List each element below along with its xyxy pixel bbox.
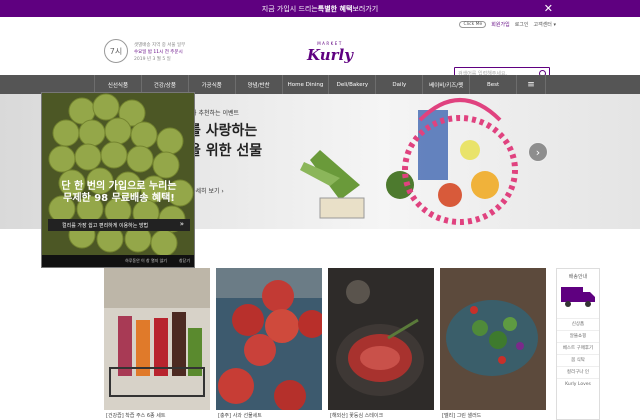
side-link-kurly-loves[interactable]: Kurly Loves bbox=[557, 378, 599, 390]
side-link-best-review[interactable]: 베스트 구매후기 bbox=[557, 342, 599, 354]
juice-bottles-image bbox=[104, 268, 210, 410]
top-promo-banner[interactable]: 지금 가입시 드리는 특별한 혜택 보러가기 ✕ bbox=[0, 0, 640, 17]
delivery-line-2: 수요일 밤 11시 전 주문시 bbox=[134, 50, 183, 55]
hero-more-link[interactable]: 자세히 보기 › bbox=[190, 186, 224, 195]
side-link-spring[interactable]: 봄 식탁 bbox=[557, 354, 599, 366]
nav-item-baby[interactable]: 베이비/키즈/펫 bbox=[422, 75, 469, 94]
salad-image bbox=[440, 268, 546, 410]
delivery-line-3: 2019 년 3 월 5 일 bbox=[134, 57, 171, 62]
delivery-line-1: 샛별배송 지역 중 서울 일부 bbox=[134, 43, 186, 48]
quick-side-menu: 배송안내 신상품 알뜰쇼핑 베스트 구매후기 봄 식탁 컬리구나 인 Kurly… bbox=[556, 268, 600, 420]
grocery-net-bag-image bbox=[300, 98, 518, 225]
product-caption: [델리] 그린 샐러드 bbox=[442, 413, 482, 419]
user-utility-menu: Click Me 회원가입 로그인 고객센터 ▾ bbox=[459, 21, 556, 28]
product-caption: [건강즙] 착즙 주스 6종 세트 bbox=[106, 413, 166, 419]
popup-cta-button[interactable]: 컬리를 가장 쉽고 편리하게 이용하는 방법 » bbox=[48, 219, 190, 231]
login-link[interactable]: 로그인 bbox=[515, 21, 529, 28]
product-card[interactable]: [충주] 사과 선물세트 bbox=[216, 268, 322, 420]
promo-popup: 단 한 번의 가입으로 누리는 무제한 98 무료배송 혜택! 컬리를 가장 쉽… bbox=[41, 92, 195, 268]
delivery-notice[interactable]: 7시 샛별배송 지역 중 서울 일부 수요일 밤 11시 전 주문시 2019 … bbox=[104, 39, 234, 75]
popup-title-line-2: 무제한 98 무료배송 혜택! bbox=[63, 193, 175, 204]
popup-title-line-1: 단 한 번의 가입으로 누리는 bbox=[61, 181, 177, 192]
nav-item-home-dining[interactable]: Home Dining bbox=[281, 75, 329, 94]
signup-link[interactable]: 회원가입 bbox=[491, 21, 509, 28]
support-menu[interactable]: 고객센터 ▾ bbox=[534, 21, 557, 28]
next-slide-button[interactable]: › bbox=[528, 142, 548, 162]
popup-close-button[interactable]: 창닫기 bbox=[179, 258, 190, 264]
hero-headline-1: 를 사랑하는 bbox=[188, 123, 258, 139]
popup-cta-label: 컬리를 가장 쉽고 편리하게 이용하는 방법 bbox=[62, 222, 149, 229]
popup-footer: 하루동안 이 창 열지 않기 창닫기 bbox=[42, 255, 194, 267]
double-chevron-right-icon: » bbox=[179, 220, 184, 228]
site-header: Click Me 회원가입 로그인 고객센터 ▾ 7시 샛별배송 지역 중 서울… bbox=[0, 17, 640, 80]
promo-text-prefix: 지금 가입시 드리는 bbox=[261, 4, 318, 13]
product-grid: [건강즙] 착즙 주스 6종 세트 [충주] 사과 선물세트 [해외산] 꽃등심… bbox=[104, 268, 546, 420]
product-caption: [해외산] 꽃등심 스테이크 bbox=[330, 413, 384, 419]
product-caption: [충주] 사과 선물세트 bbox=[218, 413, 262, 419]
hero-headline-2: 을 위한 선물 bbox=[188, 143, 263, 159]
logo-kurly-text: Kurly bbox=[307, 46, 353, 64]
side-link-kurly-in[interactable]: 컬리구나 인 bbox=[557, 366, 599, 378]
click-me-button[interactable]: Click Me bbox=[459, 21, 487, 28]
product-card[interactable]: [해외산] 꽃등심 스테이크 bbox=[328, 268, 434, 420]
steak-image bbox=[328, 268, 434, 410]
apples-image bbox=[216, 268, 322, 410]
delivery-info-link[interactable]: 배송안내 bbox=[557, 273, 599, 280]
promo-text-suffix: 보러가기 bbox=[352, 4, 379, 13]
product-card[interactable]: [델리] 그린 샐러드 bbox=[440, 268, 546, 420]
delivery-notice-text: 샛별배송 지역 중 서울 일부 수요일 밤 11시 전 주문시 2019 년 3… bbox=[134, 42, 185, 63]
hamburger-menu-icon[interactable]: ≡ bbox=[516, 75, 547, 94]
popup-dont-show-today[interactable]: 하루동안 이 창 열지 않기 bbox=[125, 258, 167, 264]
delivery-time-badge: 7시 bbox=[104, 39, 128, 63]
nav-item-daily[interactable]: Daily bbox=[375, 75, 422, 94]
nav-item-sauce[interactable]: 양념/반찬 bbox=[234, 75, 282, 94]
product-card[interactable]: [건강즙] 착즙 주스 6종 세트 bbox=[104, 268, 210, 420]
nav-item-best[interactable]: Best bbox=[469, 75, 516, 94]
side-link-sale[interactable]: 알뜰쇼핑 bbox=[557, 330, 599, 342]
side-link-new[interactable]: 신상품 bbox=[557, 318, 599, 330]
popup-title: 단 한 번의 가입으로 누리는 무제한 98 무료배송 혜택! bbox=[48, 181, 190, 205]
delivery-truck-icon[interactable] bbox=[560, 284, 596, 308]
nav-item-deli[interactable]: Deli/Bakery bbox=[328, 75, 375, 94]
close-icon[interactable]: ✕ bbox=[544, 2, 553, 15]
promo-text-bold: 특별한 혜택 bbox=[317, 4, 353, 13]
